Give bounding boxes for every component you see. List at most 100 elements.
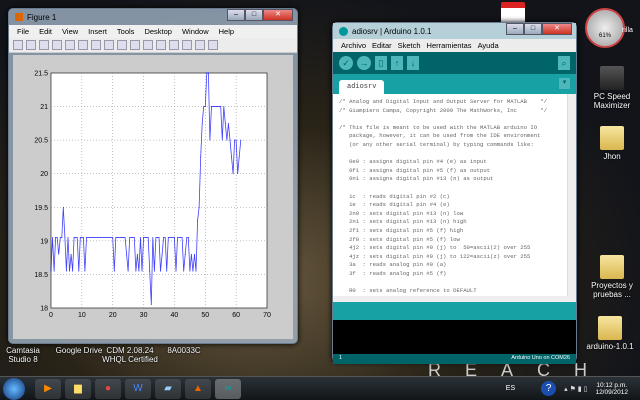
open-sketch-icon[interactable]: ↑ bbox=[391, 56, 403, 70]
menu-herramientas[interactable]: Herramientas bbox=[427, 41, 472, 50]
zoom-in-icon[interactable] bbox=[78, 40, 88, 50]
tray-icons[interactable]: ▴ ⚑ ▮ ▯ bbox=[564, 385, 587, 393]
status-bar: 1 Arduino Uno on COM26 bbox=[333, 354, 576, 364]
desktop-icon-8a0033c[interactable]: 8A0033C bbox=[158, 346, 210, 355]
data-point bbox=[153, 270, 155, 272]
data-point bbox=[83, 237, 84, 238]
show-plot-tools-icon[interactable] bbox=[208, 40, 218, 50]
tab-menu-chevron-icon[interactable]: ▾ bbox=[559, 78, 570, 89]
save-icon[interactable] bbox=[39, 40, 49, 50]
new-sketch-icon[interactable]: ▯ bbox=[375, 56, 387, 70]
data-point bbox=[66, 270, 67, 272]
icon-label: CDM 2.08.24 WHQL Certified bbox=[102, 346, 158, 364]
data-point bbox=[103, 237, 104, 238]
folder-icon bbox=[598, 316, 622, 340]
desktop-icon-proyectos[interactable]: Proyectos y pruebas ... bbox=[582, 255, 640, 299]
desktop-icon-arduino[interactable]: arduino-1.0.1 bbox=[580, 316, 640, 351]
y-tick-label: 18 bbox=[40, 306, 48, 313]
legend-icon[interactable] bbox=[182, 40, 192, 50]
desktop-icon-jhon[interactable]: Jhon bbox=[582, 126, 640, 161]
save-sketch-icon[interactable]: ↓ bbox=[407, 56, 419, 70]
icon-label: 8A0033C bbox=[167, 346, 201, 355]
open-file-icon[interactable] bbox=[26, 40, 36, 50]
vertical-scrollbar[interactable] bbox=[567, 94, 576, 296]
y-tick-label: 20 bbox=[40, 171, 48, 178]
desktop-icon-pc-speed-maximizer[interactable]: PC Speed Maximizer bbox=[582, 66, 640, 110]
colorbar-icon[interactable] bbox=[169, 40, 179, 50]
menu-view[interactable]: View bbox=[62, 27, 78, 36]
data-point bbox=[181, 237, 183, 238]
data-point bbox=[234, 139, 236, 141]
serial-monitor-icon[interactable]: ⌕ bbox=[558, 56, 570, 70]
word-icon[interactable]: W bbox=[125, 378, 151, 399]
notepad-icon[interactable]: ▰ bbox=[155, 378, 181, 399]
figure-canvas: 0 10 20 30 40 50 60 70 18 18.5 19 19.5 20 20.5 21 21.5 bbox=[13, 55, 293, 339]
menu-sketch[interactable]: Sketch bbox=[398, 41, 421, 50]
print-icon[interactable] bbox=[52, 40, 62, 50]
data-point bbox=[132, 237, 134, 238]
figure-menubar: File Edit View Insert Tools Desktop Window Help bbox=[9, 25, 297, 38]
matlab-icon[interactable]: ▲ bbox=[185, 378, 211, 399]
upload-arrow-icon[interactable]: → bbox=[357, 56, 371, 70]
board-port: Arduino Uno on COM26 bbox=[511, 355, 570, 361]
desktop-icon-cdm[interactable]: CDM 2.08.24 WHQL Certified bbox=[100, 346, 160, 364]
data-point bbox=[70, 253, 72, 255]
menu-file[interactable]: File bbox=[17, 27, 29, 36]
new-figure-icon[interactable] bbox=[13, 40, 23, 50]
minimize-button[interactable]: – bbox=[506, 23, 524, 35]
data-point bbox=[232, 173, 234, 175]
menu-ayuda[interactable]: Ayuda bbox=[478, 41, 499, 50]
maximize-button[interactable]: □ bbox=[245, 9, 263, 21]
speed-gadget[interactable]: 61% bbox=[585, 8, 625, 48]
desktop-icon-camtasia[interactable]: Camtasia Studio 8 bbox=[0, 346, 52, 364]
x-tick-label: 40 bbox=[171, 312, 179, 319]
temperature-plot[interactable]: 0 10 20 30 40 50 60 70 18 18.5 19 19.5 20 20.5 21 21.5 bbox=[13, 55, 295, 341]
media-player-icon[interactable]: ▶ bbox=[35, 378, 61, 399]
minimize-button[interactable]: – bbox=[227, 9, 245, 21]
data-point bbox=[211, 106, 212, 107]
menu-editar[interactable]: Editar bbox=[372, 41, 392, 50]
data-point bbox=[121, 237, 123, 238]
y-tick-label: 21.5 bbox=[34, 71, 48, 78]
data-point bbox=[178, 237, 180, 238]
clock[interactable]: 10:12 p.m. 12/09/2012 bbox=[595, 382, 628, 396]
hide-plot-tools-icon[interactable] bbox=[195, 40, 205, 50]
close-button[interactable]: ✕ bbox=[263, 9, 293, 21]
data-point bbox=[84, 270, 86, 272]
menu-insert[interactable]: Insert bbox=[88, 27, 107, 36]
data-point bbox=[221, 139, 223, 141]
language-indicator[interactable]: ES bbox=[506, 385, 515, 392]
code-editor[interactable]: /* Analog and Digital Input and Output S… bbox=[333, 94, 576, 296]
menu-window[interactable]: Window bbox=[182, 27, 209, 36]
menu-desktop[interactable]: Desktop bbox=[144, 27, 172, 36]
arduino-window: adiosrv | Arduino 1.0.1 – □ ✕ Archivo Edita… bbox=[332, 22, 577, 364]
pan-hand-icon[interactable] bbox=[104, 40, 114, 50]
data-point bbox=[96, 237, 98, 238]
start-button[interactable] bbox=[3, 377, 25, 400]
data-point bbox=[89, 237, 90, 238]
arduino-icon[interactable]: ∞ bbox=[215, 378, 241, 399]
clock-date: 12/09/2012 bbox=[595, 388, 628, 396]
menu-archivo[interactable]: Archivo bbox=[341, 41, 366, 50]
rotate-3d-icon[interactable] bbox=[117, 40, 127, 50]
tab-adiosrv[interactable]: adiosrv bbox=[339, 80, 385, 94]
explorer-icon[interactable]: ▆ bbox=[65, 378, 91, 399]
close-button[interactable]: ✕ bbox=[542, 23, 572, 35]
menu-edit[interactable]: Edit bbox=[39, 27, 52, 36]
partial-icon-label: rilla bbox=[622, 27, 633, 34]
help-icon[interactable]: ? bbox=[541, 381, 557, 396]
x-tick-label: 30 bbox=[140, 312, 148, 319]
chrome-icon[interactable]: ● bbox=[95, 378, 121, 399]
data-cursor-icon[interactable] bbox=[130, 40, 140, 50]
verify-check-icon[interactable]: ✓ bbox=[339, 56, 353, 70]
menu-help[interactable]: Help bbox=[219, 27, 234, 36]
edit-plot-arrow-icon[interactable] bbox=[65, 40, 75, 50]
data-point bbox=[137, 253, 138, 255]
zoom-out-icon[interactable] bbox=[91, 40, 101, 50]
maximize-button[interactable]: □ bbox=[524, 23, 542, 35]
menu-tools[interactable]: Tools bbox=[117, 27, 135, 36]
icon-label: PC Speed Maximizer bbox=[593, 92, 631, 110]
brush-icon[interactable] bbox=[143, 40, 153, 50]
link-plot-icon[interactable] bbox=[156, 40, 166, 50]
data-point bbox=[175, 270, 177, 272]
